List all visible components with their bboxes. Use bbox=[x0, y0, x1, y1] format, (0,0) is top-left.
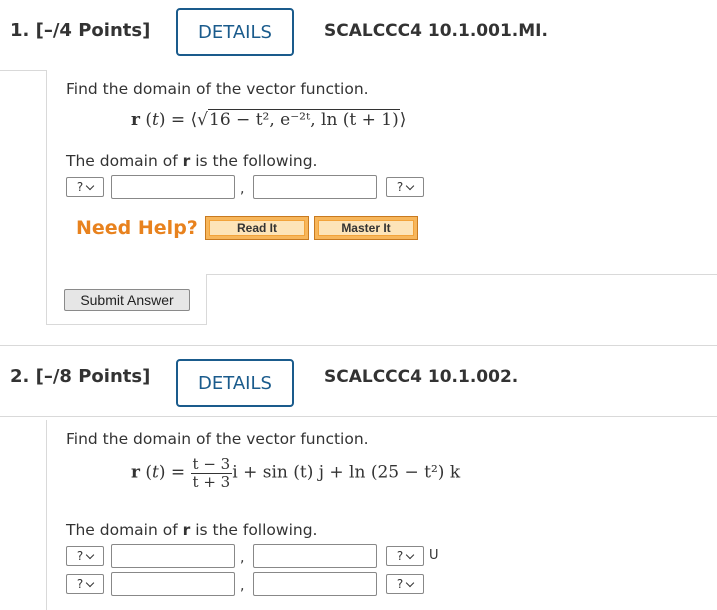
master-it-button[interactable]: Master It bbox=[314, 216, 418, 240]
question-2-domain-text: The domain of r is the following. bbox=[66, 521, 318, 539]
chevron-down-icon bbox=[85, 550, 95, 559]
comma: , bbox=[240, 550, 245, 566]
question-2-row2-right-bracket-select[interactable]: ? bbox=[386, 574, 424, 594]
question-2-details-button[interactable]: DETAILS bbox=[176, 359, 294, 407]
question-1-prompt: Find the domain of the vector function. bbox=[66, 80, 369, 98]
question-2-formula: r (t) = t − 3t + 3i + sin (t) j + ln (25… bbox=[131, 455, 461, 491]
chevron-down-icon bbox=[85, 181, 95, 190]
question-2-number: 2. [–/8 Points] bbox=[10, 366, 151, 387]
question-1-details-button[interactable]: DETAILS bbox=[176, 8, 294, 56]
question-1-formula-body: 16 − t², e⁻²ᵗ, ln (t + 1) bbox=[208, 109, 400, 130]
chevron-down-icon bbox=[405, 181, 415, 190]
union-symbol: U bbox=[429, 548, 439, 563]
comma: , bbox=[240, 578, 245, 594]
question-2-row1-left-bracket-select[interactable]: ? bbox=[66, 546, 104, 566]
question-2-body: Find the domain of the vector function. … bbox=[46, 420, 717, 610]
question-2-row1-upper-bound-input[interactable] bbox=[253, 544, 377, 568]
question-2-row1-right-bracket-select[interactable]: ? bbox=[386, 546, 424, 566]
question-2-fraction: t − 3t + 3 bbox=[190, 455, 233, 491]
question-1-formula: r (t) = ⟨√16 − t², e⁻²ᵗ, ln (t + 1)⟩ bbox=[131, 109, 407, 130]
read-it-button[interactable]: Read It bbox=[205, 216, 309, 240]
question-1-header: 1. [–/4 Points] DETAILS SCALCCC4 10.1.00… bbox=[0, 0, 717, 71]
question-2-row2-upper-bound-input[interactable] bbox=[253, 572, 377, 596]
question-1-body: Find the domain of the vector function. … bbox=[46, 70, 717, 325]
submit-answer-button[interactable]: Submit Answer bbox=[64, 289, 190, 311]
question-2-header: 2. [–/8 Points] DETAILS SCALCCC4 10.1.00… bbox=[0, 345, 717, 417]
question-1-upper-bound-input[interactable] bbox=[253, 175, 377, 199]
divider bbox=[47, 324, 207, 325]
question-1-lower-bound-input[interactable] bbox=[111, 175, 235, 199]
question-1-left-bracket-select[interactable]: ? bbox=[66, 177, 104, 197]
chevron-down-icon bbox=[85, 578, 95, 587]
question-2-formula-rest: i + sin (t) j + ln (25 − t²) k bbox=[232, 462, 461, 483]
question-2-row1-lower-bound-input[interactable] bbox=[111, 544, 235, 568]
question-1-right-bracket-select[interactable]: ? bbox=[386, 177, 424, 197]
chevron-down-icon bbox=[405, 550, 415, 559]
question-2-row2-left-bracket-select[interactable]: ? bbox=[66, 574, 104, 594]
question-1-number: 1. [–/4 Points] bbox=[10, 20, 151, 41]
question-2-row2-lower-bound-input[interactable] bbox=[111, 572, 235, 596]
chevron-down-icon bbox=[405, 578, 415, 587]
question-1-code: SCALCCC4 10.1.001.MI. bbox=[324, 21, 548, 41]
question-2-code: SCALCCC4 10.1.002. bbox=[324, 367, 519, 387]
question-2-prompt: Find the domain of the vector function. bbox=[66, 430, 369, 448]
question-1-domain-text: The domain of r is the following. bbox=[66, 152, 318, 170]
divider bbox=[206, 274, 717, 275]
divider bbox=[206, 274, 207, 324]
need-help-label: Need Help? bbox=[76, 217, 198, 239]
comma: , bbox=[240, 181, 245, 197]
